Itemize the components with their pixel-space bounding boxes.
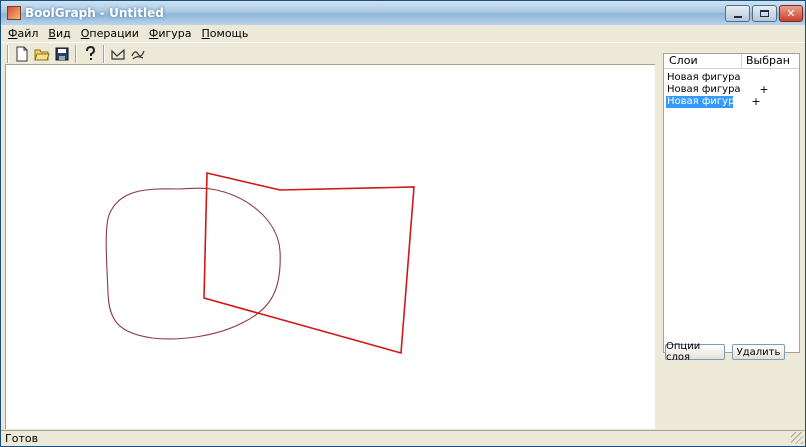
menu-operations[interactable]: Операции bbox=[76, 27, 144, 40]
menu-file-label: айл bbox=[17, 27, 39, 40]
layer-selected-mark: + bbox=[751, 95, 761, 108]
layers-header: Слои Выбран bbox=[664, 54, 799, 69]
drawing-canvas[interactable] bbox=[5, 64, 655, 429]
column-header-layers[interactable]: Слои bbox=[664, 54, 742, 68]
close-button[interactable]: ✕ bbox=[779, 5, 803, 22]
layers-list[interactable]: Слои Выбран Новая фигура Новая фигура + … bbox=[663, 53, 800, 353]
open-folder-icon bbox=[34, 49, 50, 60]
menu-bar: Файл Вид Операции Фигура Помощь bbox=[1, 25, 805, 42]
app-icon bbox=[7, 6, 21, 20]
help-icon bbox=[86, 45, 96, 60]
toolbar-separator bbox=[75, 44, 77, 63]
layer-row[interactable]: Новая фигура + bbox=[664, 96, 799, 108]
menu-operations-label: перации bbox=[89, 27, 139, 40]
toolbar-separator-2 bbox=[103, 44, 105, 63]
help-button[interactable] bbox=[81, 45, 99, 63]
maximize-icon bbox=[760, 10, 769, 17]
curve-shape[interactable] bbox=[105, 187, 281, 340]
layer-name-highlighted: Новая фигура bbox=[666, 96, 741, 108]
status-bar: Готов bbox=[1, 430, 805, 446]
menu-help-accel: П bbox=[201, 27, 210, 40]
new-file-icon bbox=[16, 46, 28, 61]
app-window: BoolGraph - Untitled ✕ Файл Вид Операции… bbox=[0, 0, 806, 447]
delete-layer-button[interactable]: Удалить bbox=[732, 344, 785, 360]
layer-name: Новая фигура bbox=[667, 72, 741, 83]
maximize-button[interactable] bbox=[752, 5, 777, 22]
menu-help[interactable]: Помощь bbox=[197, 27, 254, 40]
menu-view-accel: В bbox=[48, 27, 56, 40]
draw-polyline-icon bbox=[111, 48, 125, 60]
menu-file[interactable]: Файл bbox=[3, 27, 43, 40]
minimize-button[interactable] bbox=[725, 5, 750, 22]
menu-shape-label: игура bbox=[158, 27, 192, 40]
layer-row[interactable]: Новая фигура + bbox=[664, 84, 799, 96]
close-icon: ✕ bbox=[786, 7, 796, 20]
canvas-shapes bbox=[105, 171, 415, 355]
layer-options-button[interactable]: Опции слоя bbox=[665, 341, 725, 363]
window-title: BoolGraph - Untitled bbox=[25, 6, 164, 20]
layers-panel: Слои Выбран Новая фигура Новая фигура + … bbox=[657, 44, 803, 429]
save-icon bbox=[55, 47, 69, 60]
draw-curve-button[interactable] bbox=[129, 45, 147, 63]
open-file-button[interactable] bbox=[33, 45, 51, 63]
save-button[interactable] bbox=[53, 45, 71, 63]
title-bar[interactable]: BoolGraph - Untitled ✕ bbox=[1, 1, 805, 25]
status-text: Готов bbox=[5, 432, 39, 445]
draw-polyline-button[interactable] bbox=[109, 45, 127, 63]
menu-help-label: омощь bbox=[209, 27, 249, 40]
layer-name: Новая фигура bbox=[667, 84, 741, 95]
new-file-button[interactable] bbox=[13, 45, 31, 63]
minimize-icon bbox=[733, 15, 742, 18]
resize-grip-icon[interactable] bbox=[791, 432, 803, 444]
toolbar-grip bbox=[7, 44, 9, 63]
layer-row[interactable]: Новая фигура bbox=[664, 72, 799, 84]
column-header-selected[interactable]: Выбран bbox=[742, 54, 799, 68]
draw-curve-icon bbox=[131, 50, 145, 59]
menu-view[interactable]: Вид bbox=[43, 27, 75, 40]
menu-view-label: ид bbox=[55, 27, 71, 40]
menu-shape[interactable]: Фигура bbox=[144, 27, 197, 40]
menu-shape-accel: Ф bbox=[148, 27, 159, 40]
